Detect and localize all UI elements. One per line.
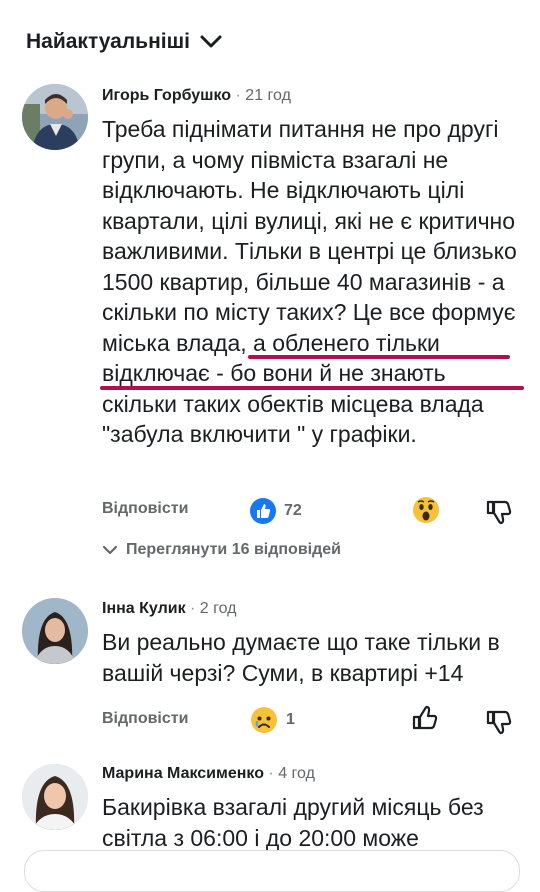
comment-text: Ви реально думаєте що таке тільки в ваші… <box>102 629 500 686</box>
view-replies-label: Переглянути 16 відповідей <box>126 541 341 558</box>
reply-button[interactable]: Відповісти <box>102 500 188 518</box>
sort-dropdown[interactable]: Найактуальніші <box>26 30 222 54</box>
chevron-down-icon <box>200 35 222 48</box>
sort-label: Найактуальніші <box>26 30 190 53</box>
author-name[interactable]: Марина Максименко <box>102 765 264 782</box>
reaction-count: 72 <box>284 502 302 519</box>
comment-time[interactable]: 21 год <box>245 87 291 104</box>
avatar[interactable] <box>22 764 88 830</box>
comment-text: Бакирівка взагалі другий місяць без світ… <box>102 794 484 851</box>
comment-meta: Игорь Горбушко · 21 год <box>102 86 291 106</box>
sad-reaction-icon <box>251 707 277 733</box>
comment-meta: Інна Кулик · 2 год <box>102 599 237 619</box>
comment-composer[interactable] <box>24 850 520 892</box>
avatar[interactable] <box>22 84 88 150</box>
comment-actions: Відповісти 72 <box>102 494 540 528</box>
thumbs-down-icon[interactable] <box>484 706 514 736</box>
thumbs-up-icon[interactable] <box>410 704 440 734</box>
comment-time[interactable]: 4 год <box>278 765 315 782</box>
comment-text: Треба піднімати питання не про другі гру… <box>102 114 522 450</box>
view-replies-link[interactable]: Переглянути 16 відповідей <box>102 541 341 559</box>
chevron-down-icon <box>102 545 118 555</box>
wow-reaction-icon[interactable] <box>412 496 440 524</box>
reaction-summary[interactable]: 1 <box>250 706 295 734</box>
reaction-count: 1 <box>286 711 295 728</box>
highlight-underline <box>100 386 524 390</box>
meta-separator: · <box>231 87 246 104</box>
comment-meta: Марина Максименко · 4 год <box>102 764 315 784</box>
thumbs-down-icon[interactable] <box>484 496 514 526</box>
avatar[interactable] <box>22 598 88 664</box>
meta-separator: · <box>185 600 200 617</box>
author-name[interactable]: Інна Кулик <box>102 600 186 617</box>
reaction-summary[interactable]: 72 <box>250 498 302 524</box>
comment-time[interactable]: 2 год <box>200 600 237 617</box>
like-reaction-icon <box>250 498 276 524</box>
meta-separator: · <box>263 765 279 782</box>
comment-text-part: Треба піднімати питання не про другі гру… <box>102 116 517 325</box>
reply-button[interactable]: Відповісти <box>102 710 188 728</box>
highlight-underline <box>248 355 510 359</box>
comment-actions: Відповісти 1 <box>102 704 540 738</box>
author-name[interactable]: Игорь Горбушко <box>102 87 231 104</box>
